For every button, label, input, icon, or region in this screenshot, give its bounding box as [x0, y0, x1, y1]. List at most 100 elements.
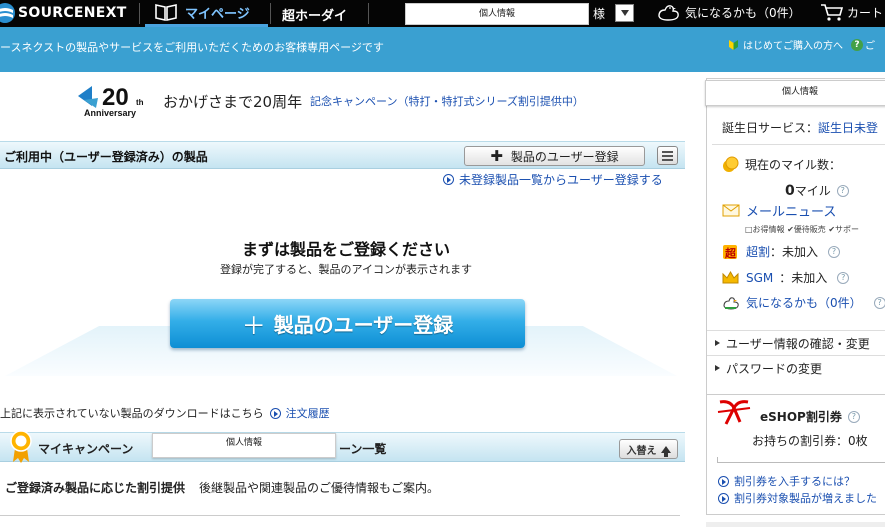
anniversary-word: Anniversary	[84, 108, 136, 118]
miles-row: 現在のマイル数：	[722, 156, 841, 173]
nav-mypage[interactable]: マイページ	[145, 0, 268, 27]
chowari-icon: 超	[723, 244, 737, 260]
eshop-coupon-title: eSHOP割引券 ?	[760, 408, 860, 425]
my-campaign-title: マイキャンペーン	[38, 442, 134, 456]
sourcenext-logo[interactable]: SOURCENEXT	[0, 2, 127, 24]
password-change-nav[interactable]: パスワードの変更	[707, 355, 885, 380]
nav-mypage-label: マイページ	[185, 6, 250, 22]
divider	[712, 144, 885, 145]
divider	[0, 515, 680, 516]
favorites-label: 気になるかも（0件）	[685, 5, 801, 20]
chowari-row: 超 超割 ：未加入 ?	[722, 243, 841, 260]
sgm-link[interactable]: SGM	[746, 271, 773, 285]
anniversary-suffix: th	[136, 98, 144, 107]
sidebar-bottom-edge	[706, 522, 885, 527]
anniversary-logo: 20 th Anniversary	[78, 84, 144, 118]
plus-icon: ＋	[241, 312, 266, 340]
empty-state-subtitle: 登録が完了すると、製品のアイコンが表示されます	[219, 263, 472, 276]
sgm-row: SGM ：未加入 ?	[722, 269, 850, 286]
user-name-redacted: 個人情報	[152, 433, 336, 458]
coin-icon	[723, 156, 739, 172]
miles-value-row: 0 マイル ?	[785, 182, 849, 199]
reorder-label: 入替え	[626, 445, 657, 457]
eshop-coupon-title-text: eSHOP割引券	[760, 410, 842, 424]
anniversary-number: 20	[102, 84, 129, 111]
chowari-status: ：未加入	[770, 245, 819, 259]
birthday-label: 誕生日サービス：	[722, 121, 819, 135]
help-icon[interactable]: ?	[836, 184, 849, 197]
duck-icon	[723, 296, 739, 310]
cart-link[interactable]: カート	[820, 2, 883, 22]
chowari-link[interactable]: 超割	[746, 243, 770, 260]
nav-cho-hoday[interactable]: 超ホーダイ	[282, 5, 347, 24]
welcome-banner: ースネクストの製品やサービスをご利用いただくためのお客様専用ページです はじめて…	[0, 27, 885, 72]
svg-text:超: 超	[724, 246, 737, 260]
arrow-right-circle-icon	[269, 407, 281, 419]
user-info-nav-label: ユーザー情報の確認・変更	[726, 336, 870, 351]
miles-label: 現在のマイル数：	[745, 158, 842, 172]
product-register-label: 製品のユーザー登録	[510, 149, 619, 164]
account-dropdown-button[interactable]	[615, 4, 634, 22]
top-nav-bar: SOURCENEXT マイページ 超ホーダイ 個人情報 様 気になるかも（0件）…	[0, 0, 885, 27]
reorder-button[interactable]: 入替え	[619, 439, 678, 459]
arrow-right-circle-icon	[718, 492, 729, 504]
user-info-nav[interactable]: ユーザー情報の確認・変更	[707, 330, 885, 355]
empty-state-title: まずは製品をご登録ください	[241, 240, 450, 259]
arrow-right-circle-icon	[443, 174, 454, 185]
beginner-guide-label: はじめてご購入の方へ	[743, 41, 843, 52]
plus-icon: ✚	[490, 147, 503, 165]
sidebar-favorites-link[interactable]: 気になるかも（0件）	[746, 294, 862, 311]
banner-text: ースネクストの製品やサービスをご利用いただくためのお客様専用ページです	[0, 41, 384, 54]
cart-label: カート	[847, 5, 884, 20]
nav-separator	[270, 3, 271, 24]
medal-icon	[10, 430, 32, 463]
eshop-coupon-count: お持ちの割引券：0枚	[752, 434, 868, 448]
list-icon	[662, 151, 673, 153]
user-name-redacted: 個人情報	[705, 80, 885, 106]
nav-separator	[139, 3, 140, 24]
get-coupon-link[interactable]: 割引券を入手するには？	[718, 473, 855, 489]
unregistered-products-link[interactable]: 未登録製品一覧からユーザー登録する	[443, 171, 663, 188]
logo-text: SOURCENEXT	[18, 5, 127, 21]
miles-value: 0	[785, 182, 795, 199]
ribbon-icon	[717, 400, 751, 425]
help-icon[interactable]: ?	[873, 296, 885, 309]
product-register-button[interactable]: ✚ 製品のユーザー登録	[464, 146, 645, 166]
birthday-link[interactable]: 誕生日未登	[818, 121, 878, 135]
help-icon[interactable]: ?	[828, 245, 841, 258]
help-icon[interactable]: ?	[837, 271, 850, 284]
beginner-mark-icon	[729, 39, 738, 50]
help-icon[interactable]: ?	[847, 410, 860, 423]
get-coupon-label: 割引券を入手するには？	[734, 475, 855, 488]
honorific: 様	[593, 7, 606, 21]
arrow-right-circle-icon	[718, 475, 729, 487]
anniversary-text: おかげさまで20周年	[163, 93, 303, 111]
beginner-guide-link[interactable]: はじめてご購入の方へ ? ご	[728, 37, 875, 52]
mail-icon	[722, 204, 740, 217]
coupon-products-link[interactable]: 割引券対象製品が増えました	[718, 490, 877, 506]
offer-text: 後継製品や関連製品のご優待情報もご案内。	[199, 481, 440, 495]
big-product-register-button[interactable]: ＋ 製品のユーザー登録	[170, 299, 525, 348]
offer-title: ご登録済み製品に応じた割引提供	[5, 481, 186, 495]
coupon-products-label: 割引券対象製品が増えました	[734, 492, 877, 505]
arrow-up-icon	[660, 445, 671, 457]
my-campaign-header: マイキャンペーン 個人情報 ーン一覧 入替え	[0, 430, 685, 463]
anniversary-campaign-link[interactable]: 記念キャンペーン（特打・特打式シリーズ割引提供中）	[310, 93, 584, 109]
download-note: 上記に表示されていない製品のダウンロードはこちら 注文履歴	[0, 405, 330, 421]
campaign-offer: ご登録済み製品に応じた割引提供 後継製品や関連製品のご優待情報もご案内。	[5, 479, 439, 496]
crown-icon	[722, 271, 739, 284]
list-view-button[interactable]	[657, 146, 678, 165]
favorites-link[interactable]: 気になるかも（0件）	[655, 2, 801, 22]
favorites-row: 気になるかも（0件） ?	[722, 294, 885, 311]
user-name-redacted: 個人情報	[405, 3, 589, 25]
campaign-list-title: ーン一覧	[339, 442, 387, 456]
mail-news-options: □お得情報 ✔優待販売 ✔サポー	[745, 225, 860, 234]
sgm-status: ：未加入	[779, 271, 828, 285]
unregistered-products-label: 未登録製品一覧からユーザー登録する	[459, 173, 663, 187]
registered-products-header: ご利用中（ユーザー登録済み）の製品 ✚ 製品のユーザー登録	[0, 141, 685, 169]
cart-icon	[821, 4, 844, 21]
order-history-link[interactable]: 注文履歴	[286, 405, 330, 421]
mail-news-link[interactable]: メールニュース	[746, 201, 836, 220]
password-change-nav-label: パスワードの変更	[726, 361, 823, 376]
banner-truncated-text: ご	[865, 41, 875, 52]
